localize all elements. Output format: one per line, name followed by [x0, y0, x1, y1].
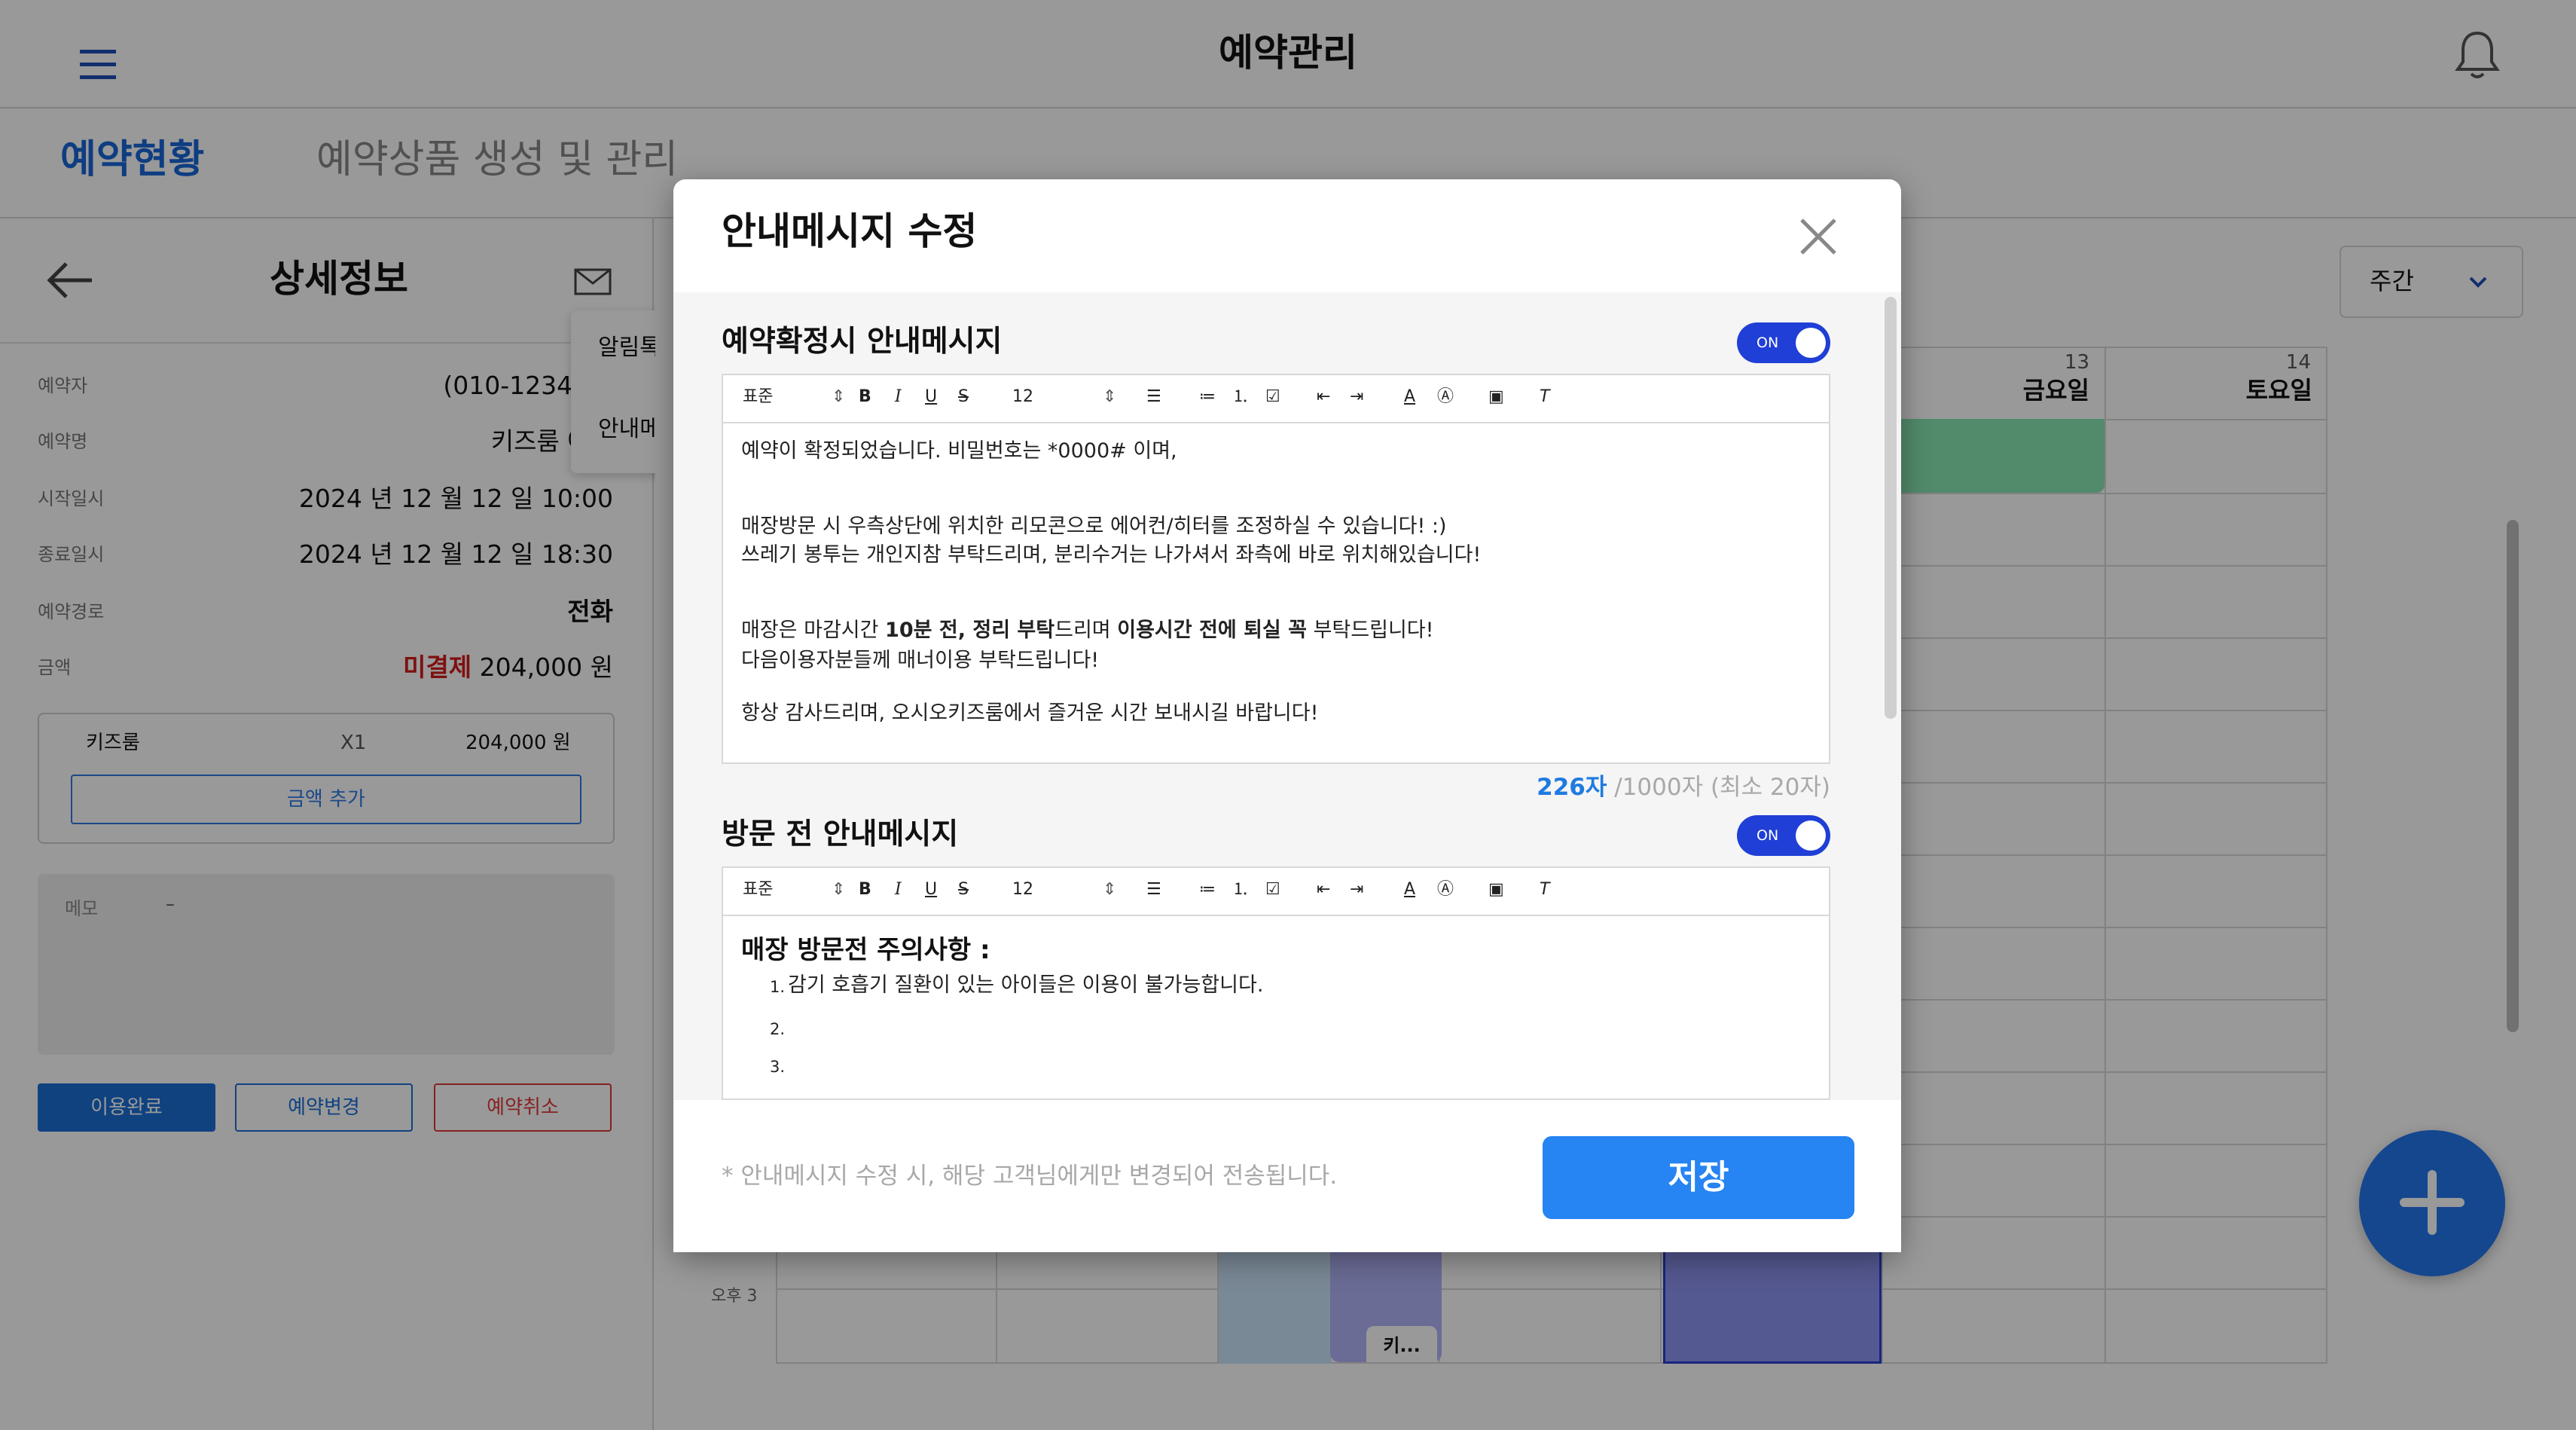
list-item: 감기 호흡기 질환이 있는 아이들은 이용이 불가능합니다.	[788, 973, 1264, 997]
select-arrows-icon: ⇕	[1103, 880, 1117, 899]
confirm-message-title: 예약확정시 안내메시지	[722, 325, 1003, 359]
list-number: 1.	[770, 978, 786, 996]
modal-scrollbar[interactable]	[1885, 297, 1897, 719]
footer-note: * 안내메시지 수정 시, 해당 고객님에게만 변경되어 전송됩니다.	[722, 1163, 1338, 1190]
editor-line: 항상 감사드리며, 오시오키즈룸에서 즐거운 시간 보내시길 바랍니다!	[741, 701, 1319, 725]
outdent-icon[interactable]: ⇤	[1317, 878, 1330, 901]
toggle-label: ON	[1757, 827, 1779, 844]
select-arrows-icon: ⇕	[1103, 387, 1117, 406]
outdent-icon[interactable]: ⇤	[1317, 386, 1330, 408]
highlight-icon[interactable]: Ⓐ	[1437, 386, 1454, 408]
bullet-list-icon[interactable]: ≔	[1199, 386, 1216, 408]
editor-line: 매장방문 시 우측상단에 위치한 리모콘으로 에어컨/히터를 조정하실 수 있습…	[741, 515, 1447, 538]
text-color-icon[interactable]: A	[1404, 878, 1415, 901]
image-icon[interactable]: ▣	[1488, 386, 1504, 408]
format-select[interactable]: 표준	[743, 878, 773, 901]
underline-icon[interactable]: U	[925, 878, 937, 901]
checklist-icon[interactable]: ☑	[1265, 878, 1280, 901]
align-icon[interactable]: ☰	[1146, 386, 1161, 408]
highlight-icon[interactable]: Ⓐ	[1437, 878, 1454, 901]
ordered-list-icon[interactable]: ⒈	[1232, 386, 1249, 408]
toggle-knob	[1796, 820, 1826, 851]
list-number: 3.	[770, 1058, 786, 1076]
checklist-icon[interactable]: ☑	[1265, 386, 1280, 408]
save-button[interactable]: 저장	[1543, 1136, 1854, 1219]
bullet-list-icon[interactable]: ≔	[1199, 878, 1216, 901]
pre-visit-message-title: 방문 전 안내메시지	[722, 817, 959, 851]
character-counter: 226자 /1000자 (최소 20자)	[1537, 774, 1830, 801]
toggle-knob	[1796, 328, 1826, 358]
strikethrough-icon[interactable]: S	[958, 386, 969, 408]
select-arrows-icon: ⇕	[832, 387, 846, 406]
italic-icon[interactable]: I	[895, 878, 902, 901]
italic-icon[interactable]: I	[895, 386, 902, 408]
text-color-icon[interactable]: A	[1404, 386, 1415, 408]
modal-title: 안내메시지 수정	[722, 209, 978, 253]
clear-format-icon[interactable]: T	[1540, 386, 1549, 408]
select-arrows-icon: ⇕	[832, 880, 846, 899]
ordered-list-icon[interactable]: ⒈	[1232, 878, 1249, 901]
underline-icon[interactable]: U	[925, 386, 937, 408]
close-icon[interactable]	[1796, 214, 1841, 259]
bold-icon[interactable]: B	[859, 878, 871, 901]
editor-line-rich: 매장은 마감시간 10분 전, 정리 부탁드리며 이용시간 전에 퇴실 꼭 부탁…	[741, 619, 1434, 642]
strikethrough-icon[interactable]: S	[958, 878, 969, 901]
editor-line: 예약이 확정되었습니다. 비밀번호는 *0000# 이며,	[741, 439, 1177, 463]
font-size-select[interactable]: 12	[1012, 386, 1033, 408]
indent-icon[interactable]: ⇥	[1350, 878, 1363, 901]
editor-line: 쓰레기 봉투는 개인지참 부탁드리며, 분리수거는 나가셔서 좌측에 바로 위치…	[741, 543, 1482, 567]
image-icon[interactable]: ▣	[1488, 878, 1504, 901]
format-select[interactable]: 표준	[743, 386, 773, 408]
align-icon[interactable]: ☰	[1146, 878, 1161, 901]
font-size-select[interactable]: 12	[1012, 878, 1033, 901]
toggle-label: ON	[1757, 335, 1779, 351]
editor-heading: 매장 방문전 주의사항 :	[741, 935, 990, 965]
indent-icon[interactable]: ⇥	[1350, 386, 1363, 408]
editor-line: 다음이용자분들께 매너이용 부탁드립니다!	[741, 649, 1100, 672]
bold-icon[interactable]: B	[859, 386, 871, 408]
clear-format-icon[interactable]: T	[1540, 878, 1549, 901]
list-number: 2.	[770, 1020, 786, 1038]
